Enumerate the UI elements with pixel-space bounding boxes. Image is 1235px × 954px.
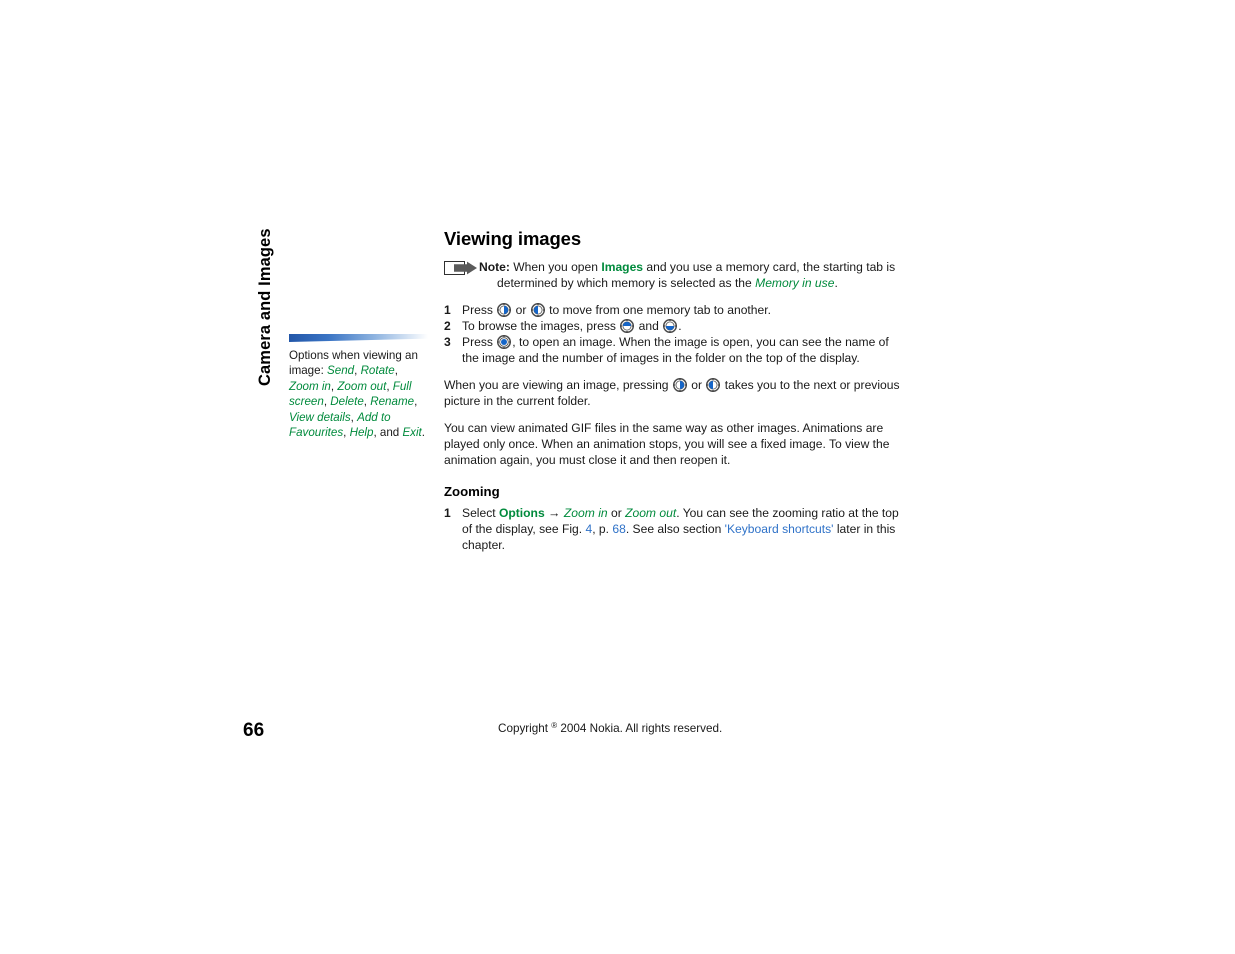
step-number-2: 2 [444, 319, 451, 333]
sidebar-note: Options when viewing an image: Send, Rot… [289, 334, 429, 440]
step-2-text-c: . [678, 319, 682, 333]
zooming-text-a: Select [462, 506, 499, 520]
sidebar-item-send: Send [327, 364, 355, 378]
page-title: Viewing images [444, 228, 582, 249]
sidebar-item-rename: Rename [370, 395, 415, 409]
step-3-text-b: , to open an image. When the image is op… [462, 335, 889, 365]
steps-list: 1 Press or to move from one memory tab t… [444, 302, 902, 366]
sidebar-wedge-decoration [289, 334, 428, 345]
nav-key-left-icon [672, 378, 687, 392]
note-line1-b: and you use a memory card, the starting … [643, 260, 896, 274]
note-line1-a: When you open [509, 260, 602, 274]
nav-key-right-icon [530, 303, 545, 317]
copyright-suffix: 2004 Nokia. All rights reserved. [557, 722, 723, 735]
page-reference-link[interactable]: 68 [612, 522, 625, 536]
document-page: Camera and Images Options when viewing a… [0, 0, 1235, 954]
section-reference-link[interactable]: 'Keyboard shortcuts' [725, 522, 834, 536]
menu-item-zoom-in: Zoom in [563, 506, 608, 520]
note-arrow-icon [444, 261, 478, 276]
step-number-3: 3 [444, 335, 451, 349]
note-line2: determined by which memory is selected a… [479, 275, 895, 291]
paragraph-navigate: When you are viewing an image, pressing … [444, 377, 902, 409]
sidebar-caption-lead: Options when viewing an image: [289, 349, 418, 378]
step-3-text-a: Press [462, 335, 497, 349]
note-setting-name: Memory in use [755, 276, 835, 290]
zooming-step-number: 1 [444, 506, 451, 520]
nav-key-left-icon [497, 303, 512, 317]
zooming-text-c: or [607, 506, 626, 520]
copyright-prefix: Copyright [498, 722, 552, 735]
copyright-notice: Copyright ® 2004 Nokia. All rights reser… [498, 721, 722, 735]
sidebar-item-zoom-in: Zoom in [289, 379, 331, 393]
sidebar-item-zoom-out: Zoom out [337, 379, 387, 393]
nav-key-up-icon [620, 319, 635, 333]
nav-key-down-icon [663, 319, 678, 333]
note-app-name: Images [601, 260, 644, 274]
paragraph-navigate-a: When you are viewing an image, pressing [444, 378, 672, 392]
subsection-heading-zooming: Zooming [444, 484, 500, 499]
main-content-column: Viewing images Note: When you open Image… [444, 228, 902, 553]
menu-item-zoom-out: Zoom out [625, 506, 677, 520]
sidebar-item-rotate: Rotate [360, 364, 395, 378]
paragraph-navigate-b: or [687, 378, 706, 392]
arrow-right-icon: → [548, 506, 561, 520]
note-text: Note: When you open Images and you use a… [479, 259, 895, 291]
note-line2-b: . [834, 276, 838, 290]
step-2-text-b: and [635, 319, 663, 333]
note-line2-a: determined by which memory is selected a… [497, 276, 756, 290]
page-number: 66 [243, 720, 265, 741]
step-1-text-c: to move from one memory tab to another. [545, 303, 771, 317]
step-1-text-a: Press [462, 303, 497, 317]
step-item-1: 1 Press or to move from one memory tab t… [444, 302, 902, 318]
step-2-text-a: To browse the images, press [462, 319, 620, 333]
options-menu-label: Options [498, 506, 545, 520]
nav-key-center-icon [497, 335, 512, 349]
zooming-text-e: , p. [592, 522, 613, 536]
step-item-3: 3 Press , to open an image. When the imag… [444, 334, 902, 366]
chapter-title-container: Camera and Images [232, 228, 274, 390]
chapter-title: Camera and Images [256, 228, 274, 386]
note-label: Note: [479, 260, 510, 274]
zooming-steps-list: 1 Select Options → Zoom in or Zoom out. Y… [444, 505, 902, 553]
sidebar-item-delete: Delete [330, 395, 364, 409]
zooming-text-f: . See also section [625, 522, 725, 536]
sidebar-item-view-details: View details [289, 410, 351, 424]
sidebar-item-exit: Exit [402, 426, 422, 440]
zooming-step-item-1: 1 Select Options → Zoom in or Zoom out. Y… [444, 505, 902, 553]
step-1-text-b: or [512, 303, 530, 317]
sidebar-caption-text: Options when viewing an image: Send, Rot… [289, 349, 426, 440]
paragraph-animated-gif: You can view animated GIF files in the s… [444, 421, 890, 467]
step-item-2: 2 To browse the images, press and . [444, 318, 902, 334]
sidebar-item-help: Help [349, 426, 374, 440]
step-number-1: 1 [444, 303, 451, 317]
note-callout: Note: When you open Images and you use a… [444, 259, 902, 291]
nav-key-right-icon [706, 378, 721, 392]
